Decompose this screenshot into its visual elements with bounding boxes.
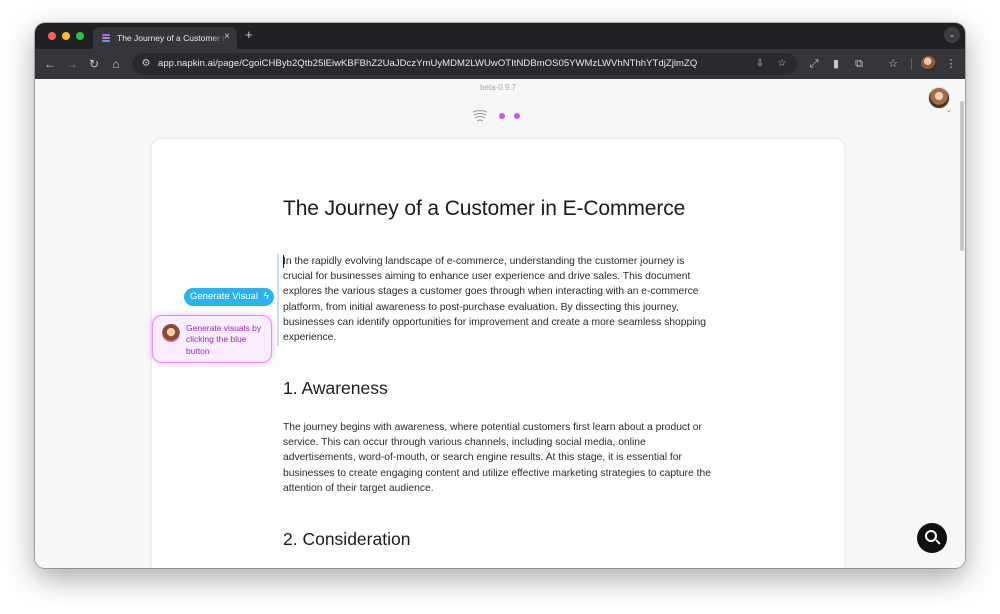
forward-arrow-icon[interactable]: → [64,56,80,72]
lightning-bolt-icon: ϟ [263,291,269,302]
password-manager-icon[interactable]: ▮ [828,56,844,72]
loading-dot [499,113,505,119]
tooltip-text: Generate visuals by clicking the blue bu… [186,323,262,356]
text-cursor [283,255,284,268]
tab-close-icon[interactable]: × [224,31,230,43]
version-label: beta-0.9.7 [479,83,517,92]
back-arrow-icon[interactable]: ← [42,56,58,72]
install-app-icon[interactable]: ⇩ [753,57,767,71]
loading-dot [514,113,520,119]
chevron-down-icon[interactable]: ⌄ [946,106,952,114]
reload-icon[interactable]: ↻ [86,56,102,72]
home-icon[interactable]: ⌂ [108,56,124,72]
profile-avatar[interactable] [921,56,936,71]
napkin-logo-icon [472,110,488,122]
section-heading-awareness[interactable]: 1. Awareness [283,378,388,399]
generate-tooltip: Generate visuals by clicking the blue bu… [152,315,272,363]
assistant-avatar [162,324,180,342]
search-fab-button[interactable] [917,523,947,553]
section-heading-consideration[interactable]: 2. Consideration [283,529,410,550]
tab-strip: The Journey of a Customer in E-Commerce … [35,23,965,49]
maximize-window-button[interactable] [76,32,84,40]
napkin-favicon-icon [101,33,111,43]
address-bar[interactable]: ⚙ app.napkin.ai/page/CgoiCHByb2Qtb25lEiw… [132,53,797,75]
generate-visual-button[interactable]: Generate Visual ϟ [184,288,274,306]
page-viewport: beta-0.9.7 ⌄ The Journey of a Customer i… [35,79,965,568]
bookmark-star-icon[interactable]: ☆ [775,57,789,71]
intro-paragraph[interactable]: In the rapidly evolving landscape of e-c… [283,254,713,345]
tab-title: The Journey of a Customer in E-Commerce [117,33,227,43]
url-text: app.napkin.ai/page/CgoiCHByb2Qtb25lEiwKB… [158,58,698,69]
close-window-button[interactable] [48,32,56,40]
search-icon-handle [935,539,941,545]
scrollbar-thumb[interactable] [960,101,964,251]
extensions-puzzle-icon[interactable]: ⧉ [851,56,867,72]
paragraph-focus-indicator [277,254,279,346]
site-settings-icon[interactable]: ⚙ [139,57,153,71]
page-scrollbar[interactable] [959,79,965,568]
tab-search-chevron-icon[interactable]: ⌄ [944,27,960,43]
document-title[interactable]: The Journey of a Customer in E-Commerce [283,197,685,221]
generate-visual-label: Generate Visual [190,291,258,302]
new-tab-button[interactable]: + [245,28,253,42]
awareness-paragraph[interactable]: The journey begins with awareness, where… [283,420,713,496]
menu-kebab-icon[interactable]: ⋮ [943,56,959,72]
bookmarks-star-icon[interactable]: ☆ [885,56,901,72]
minimize-window-button[interactable] [62,32,70,40]
browser-window: The Journey of a Customer in E-Commerce … [35,23,965,568]
tab-active[interactable]: The Journey of a Customer in E-Commerce … [93,27,237,49]
toolbar-divider [911,58,912,70]
browser-toolbar: ← → ↻ ⌂ ⚙ app.napkin.ai/page/CgoiCHByb2Q… [35,49,965,79]
fullscreen-icon[interactable]: ⤢ [806,56,822,72]
